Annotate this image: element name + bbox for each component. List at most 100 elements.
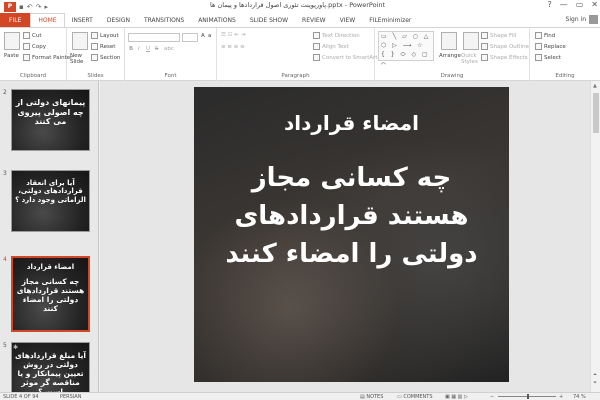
scroll-up-icon[interactable]: ▲ [593,83,597,89]
notes-button[interactable]: ▤ NOTES [360,394,383,400]
char-spacing-button[interactable]: abc [164,46,174,52]
vertical-scrollbar[interactable]: ▲ ⏶ ⏷ [590,81,600,392]
window-controls: ? — ▭ ✕ [547,0,598,9]
tab-fileminimizer[interactable]: FILEminimizer [362,13,418,27]
shrink-font-icon[interactable]: a [208,33,211,39]
shape-fill-button[interactable]: Shape Fill [481,32,516,39]
shapes-gallery[interactable]: ▭ ╲ ▱ ○ △ ⬡ ▷ ⟶ ☆ { } ⬭ ◇ ▢ ⌒ [378,31,434,67]
undo-icon[interactable]: ↶ [27,3,33,11]
text-direction-label: Text Direction [322,32,360,39]
powerpoint-logo: P [4,1,16,12]
bullets-icon[interactable]: ☰ ☷ ⇤ ⇥ [221,32,245,38]
drawing-group: ▭ ╲ ▱ ○ △ ⬡ ▷ ⟶ ☆ { } ⬭ ◇ ▢ ⌒ Arrange Qu… [375,28,530,81]
thumbnail-title: امضاء قرارداد [26,263,75,271]
prev-slide-icon[interactable]: ⏶ [593,372,597,378]
align-text-button[interactable]: Align Text [313,43,349,50]
layout-button[interactable]: Layout [91,32,119,39]
slides-group: New Slide Layout Reset Section Slides [67,28,125,81]
zoom-out-icon[interactable]: − [490,394,494,400]
section-icon [91,54,98,61]
close-button[interactable]: ✕ [591,0,598,9]
shape-outline-button[interactable]: Shape Outline [481,43,529,50]
slide-title[interactable]: امضاء قرارداد [194,111,509,135]
cut-button[interactable]: Cut [23,32,41,39]
sign-in-link[interactable]: Sign in [566,16,586,23]
tab-home[interactable]: HOME [30,13,65,27]
tab-file[interactable]: FILE [0,13,31,27]
quick-styles-button[interactable]: Quick Styles [461,53,479,65]
convert-smartart-button[interactable]: Convert to SmartArt [313,54,378,61]
brush-icon [23,54,30,61]
redo-icon[interactable]: ↷ [36,3,42,11]
arrange-icon[interactable] [441,32,457,50]
current-slide[interactable]: امضاء قرارداد چه کسانی مجاز هستند قراردا… [194,87,509,382]
paste-button[interactable]: Paste [4,53,19,59]
align-icons[interactable]: ≡ ≡ ≡ ≡ [221,44,245,50]
tab-transitions[interactable]: TRANSITIONS [137,13,191,27]
outline-icon [481,43,488,50]
tab-review[interactable]: REVIEW [295,13,333,27]
arrange-button[interactable]: Arrange [439,53,461,59]
grow-font-icon[interactable]: A [201,33,205,39]
slide-body-text[interactable]: چه کسانی مجاز هستند قراردادهای دولتی را … [194,159,509,273]
tab-design[interactable]: DESIGN [100,13,137,27]
zoom-slider-knob[interactable] [527,394,529,399]
effects-icon [481,54,488,61]
slides-group-label: Slides [87,73,104,79]
cut-label: Cut [32,32,42,39]
zoom-level[interactable]: 74 % [573,394,586,400]
slide-thumbnail[interactable]: ✱ آیا مبلغ قراردادهای دولتی در روش تعیین… [11,342,90,392]
replace-label: Replace [544,43,566,50]
copy-button[interactable]: Copy [23,43,46,50]
shape-effects-button[interactable]: Shape Effects [481,54,528,61]
restore-button[interactable]: ▭ [576,0,584,9]
shape-effects-label: Shape Effects [490,54,528,61]
thumbnail-number: 4 [3,256,7,263]
language-indicator[interactable]: PERSIAN [60,394,81,400]
layout-icon [91,32,98,39]
strikethrough-button[interactable]: S [155,46,159,52]
format-painter-button[interactable]: Format Painter [23,54,72,61]
tab-slide-show[interactable]: SLIDE SHOW [243,13,295,27]
slideshow-icon[interactable]: ▸ [45,3,49,11]
save-icon[interactable]: ▪ [19,3,24,11]
user-icon[interactable] [589,15,598,24]
new-slide-icon[interactable] [72,32,88,50]
italic-button[interactable]: I [138,46,140,52]
smartart-icon [313,54,320,61]
slide-thumbnail[interactable]: آیا برای انعقاد قراردادهای دولتی، الزاما… [11,170,90,232]
slide-thumbnail-pane: 2 پیمانهای دولتی از چه اصولی پیروی می کن… [0,81,99,392]
font-name-combo[interactable] [128,33,180,42]
new-slide-button[interactable]: New Slide [70,53,90,65]
slide-thumbnail[interactable]: پیمانهای دولتی از چه اصولی پیروی می کنند [11,89,90,151]
select-button[interactable]: Select [535,54,561,61]
underline-button[interactable]: U [146,46,150,52]
clipboard-group-label: Clipboard [19,73,47,79]
font-size-combo[interactable] [182,33,198,42]
comments-button[interactable]: ▭ COMMENTS [397,394,433,400]
scrollbar-thumb[interactable] [593,93,599,133]
comments-icon: ▭ [397,394,402,400]
help-button[interactable]: ? [547,0,551,9]
zoom-in-icon[interactable]: + [559,394,563,400]
quick-styles-icon[interactable] [463,32,479,50]
reset-button[interactable]: Reset [91,43,115,50]
section-button[interactable]: Section [91,54,120,61]
slide-thumbnail-selected[interactable]: امضاء قرارداد چه کسانی مجاز هستند قراردا… [11,256,90,332]
editing-group-label: Editing [555,73,575,79]
text-direction-button[interactable]: Text Direction [313,32,360,39]
tab-view[interactable]: VIEW [333,13,363,27]
tab-animations[interactable]: ANIMATIONS [191,13,243,27]
align-text-label: Align Text [322,43,349,50]
view-buttons[interactable]: ▣ ▦ ▥ ▷ [445,394,468,400]
paste-icon[interactable] [4,32,20,50]
select-label: Select [544,54,561,61]
replace-button[interactable]: Replace [535,43,566,50]
convert-smartart-label: Convert to SmartArt [322,54,378,61]
thumbnail-number: 2 [3,89,7,96]
find-button[interactable]: Find [535,32,555,39]
tab-insert[interactable]: INSERT [65,13,100,27]
bold-button[interactable]: B [129,46,133,52]
next-slide-icon[interactable]: ⏷ [593,380,597,386]
minimize-button[interactable]: — [560,0,568,9]
